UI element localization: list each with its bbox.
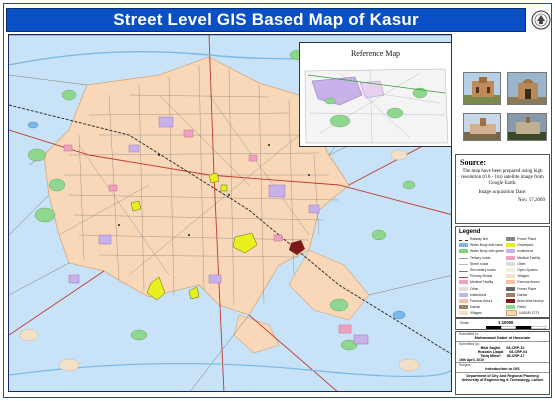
source-heading: Source: [460,158,487,167]
monument-photo [463,113,501,141]
legend-item: KASUR CITY [506,310,546,317]
acquisition-date-value: Nov. 17,2009 [517,198,545,203]
legend-panel: Legend Railway line Water Body with bank… [455,226,550,322]
university-seal-icon [531,9,551,31]
source-text: The map have been prepared using high re… [461,169,544,186]
university-name: University of Engineering & Technology, … [461,378,544,383]
scale-panel: Scale 1:10000 [455,318,550,330]
legend-heading: Legend [459,229,481,235]
subject-row: Subject: Introduction to GIS [456,363,549,373]
subject-value: Introduction to GIS [485,367,520,372]
reference-map-drawing [304,68,449,144]
source-panel: Source: The map have been prepared using… [455,154,550,224]
submitted-to-name: Muhammad Gaber ul Hussnain [474,336,531,340]
acquisition-date-label: Image acquisition Date: [478,190,527,195]
building-photo [463,72,501,105]
submitted-to-row: Submitted to: Muhammad Gaber ul Hussnain [456,332,549,342]
fort-photo [507,113,547,141]
submission-date: 16th April, 2010 [459,358,484,363]
map-title-bar: Street Level GIS Based Map of Kasur [6,8,526,32]
scale-label: Scale [460,321,469,325]
submitted-by-row: Submitted by: Bilal Saghir 08-CRP-10 Huss… [456,342,549,364]
reference-map-inset[interactable]: Reference Map [299,42,452,147]
scale-value: 1:10000 [498,320,514,325]
legend-column-2: Power Place Graveyard Institutions Medic… [506,236,546,323]
legend-column-1: Railway line Water Body with bank Water … [459,236,504,323]
temple-photo [507,72,547,105]
department-block: Department of City And Regional Planning… [456,373,549,384]
scale-bar [486,326,546,330]
map-title: Street Level GIS Based Map of Kasur [113,10,419,29]
credits-panel: Submitted to: Muhammad Gaber ul Hussnain… [455,331,550,395]
